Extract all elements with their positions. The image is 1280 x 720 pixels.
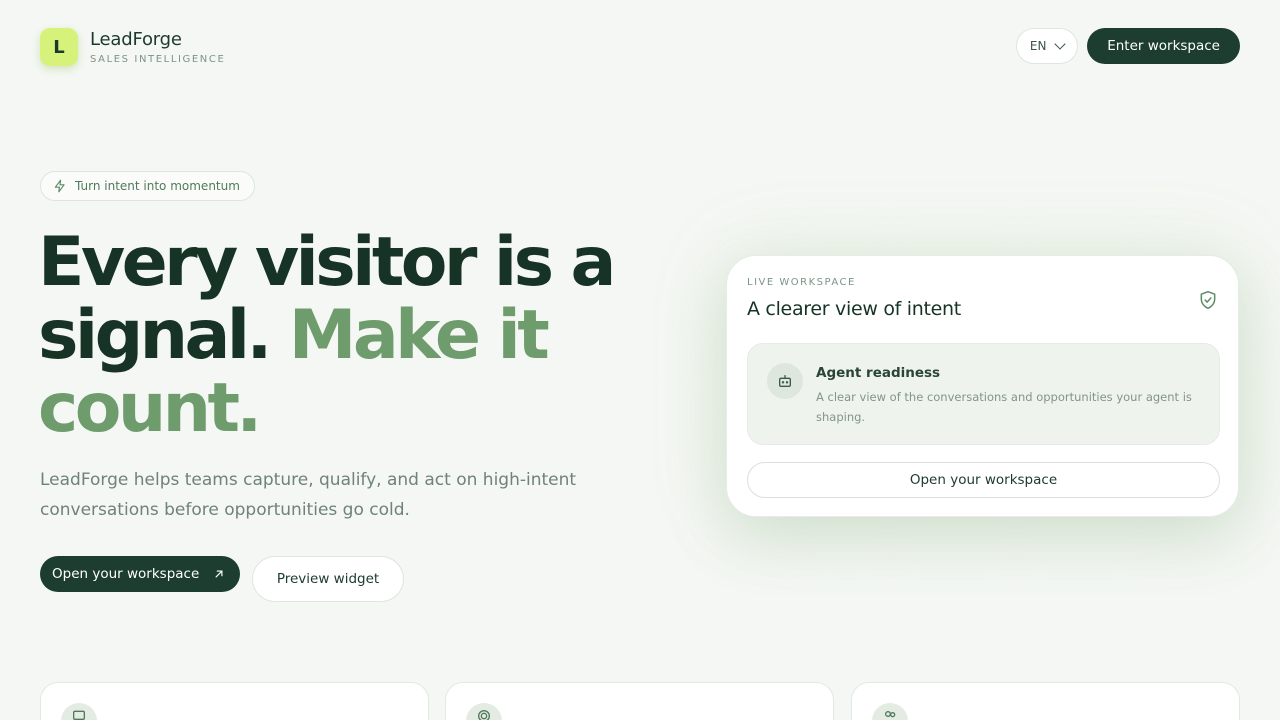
lightning-icon (54, 179, 65, 193)
preview-widget-button[interactable]: Preview widget (252, 556, 404, 602)
landing-page: L LeadForge SALES INTELLIGENCE EN Enter … (0, 0, 1280, 720)
users-icon (885, 711, 896, 718)
agent-readiness-desc: A clear view of the conversations and op… (816, 390, 1192, 424)
fingerprint-icon (478, 710, 490, 720)
chevron-down-icon (1054, 38, 1067, 50)
language-select[interactable]: EN (1016, 28, 1079, 64)
feature-icon-1 (61, 703, 97, 720)
feature-card-3 (851, 682, 1240, 720)
bot-icon-container (767, 363, 803, 399)
open-workspace-button[interactable]: Open your workspace (40, 556, 240, 592)
agent-readiness-panel: Agent readiness A clear view of the conv… (747, 343, 1220, 445)
card-open-workspace-button[interactable]: Open your workspace (747, 462, 1220, 498)
feature-icon-3 (872, 703, 908, 720)
card-eyebrow: LIVE WORKSPACE (747, 277, 856, 288)
header-actions: EN Enter workspace (1016, 28, 1240, 64)
feature-card-1 (40, 682, 429, 720)
feature-icon-2 (466, 703, 502, 720)
card-title: A clearer view of intent (747, 298, 961, 320)
logo: L (40, 28, 78, 66)
open-workspace-label: Open your workspace (52, 566, 200, 582)
brand-name: LeadForge (90, 29, 182, 50)
arrow-up-right-icon (215, 570, 223, 578)
shield-check-icon (1200, 290, 1216, 310)
chat-icon (73, 710, 85, 720)
hero-badge: Turn intent into momentum (40, 171, 255, 201)
live-workspace-card: LIVE WORKSPACE A clearer view of intent … (726, 255, 1239, 517)
hero-headline: Every visitor is a signal. Make it count… (38, 226, 638, 445)
brand-tagline: SALES INTELLIGENCE (90, 54, 226, 65)
enter-workspace-button[interactable]: Enter workspace (1087, 28, 1240, 64)
feature-card-2 (445, 682, 834, 720)
hero-subtitle: LeadForge helps teams capture, qualify, … (40, 470, 577, 520)
agent-readiness-title: Agent readiness (816, 365, 941, 381)
brand-text: LeadForge SALES INTELLIGENCE (90, 29, 225, 65)
hero-badge-label: Turn intent into momentum (75, 179, 240, 193)
bot-icon (779, 375, 791, 387)
language-value: EN (1029, 39, 1047, 53)
brand[interactable]: L LeadForge SALES INTELLIGENCE (40, 28, 225, 66)
